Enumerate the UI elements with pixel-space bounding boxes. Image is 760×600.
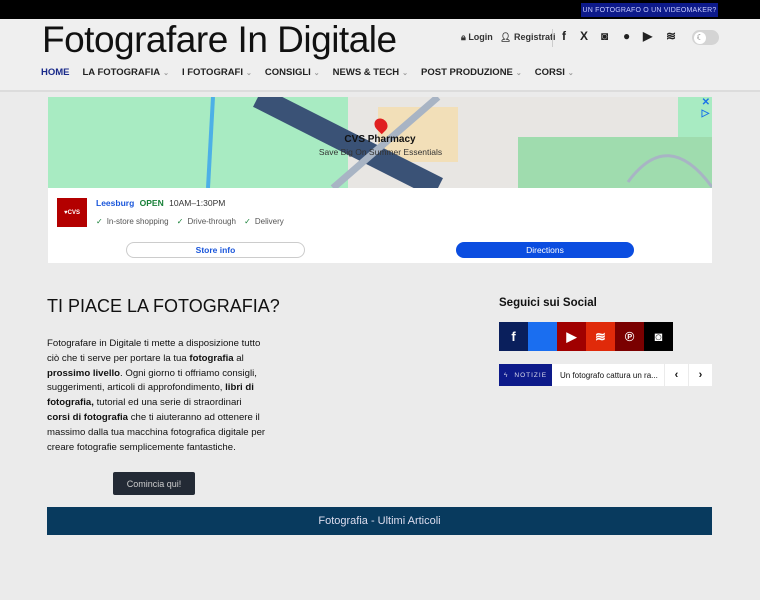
videomaker-cta-button[interactable]: UN FOTOGRAFO O UN VIDEOMAKER? [581,3,718,17]
dark-mode-toggle[interactable]: ☾ [692,30,719,45]
check-icon: ✓ [96,217,103,226]
chevron-left-icon[interactable]: ‹ [665,364,688,386]
feature: Drive-through [187,217,236,226]
bold-text: fotografia [189,352,234,364]
register-link[interactable]: 👤︎ Registrati [500,32,555,43]
chevron-down-icon: ⌄ [246,70,252,77]
user-icon: 👤︎ [500,32,512,42]
social-blank-icon[interactable] [528,322,557,351]
store-features: ✓ In-store shopping ✓ Drive-through ✓ Deliv… [96,217,284,226]
chevron-down-icon: ⌄ [313,70,320,77]
feature: Delivery [254,217,284,226]
instagram-icon[interactable]: ◙ [601,29,608,43]
bold-text: corsi di fotografia [47,411,129,423]
news-ticker: ϟ NOTIZIE Un fotografo cattura un ra... ‹… [499,364,712,386]
nav-corsi[interactable]: CORSI ⌄ [535,67,574,78]
youtube-icon[interactable]: ▶ [643,29,652,43]
youtube-icon[interactable]: ▶ [557,322,586,351]
directions-button[interactable]: Directions [456,242,634,258]
store-location: Leesburg OPEN 10AM–1:30PM [96,198,225,208]
store-hours: 10AM–1:30PM [169,198,226,208]
rss-icon[interactable]: ≋ [586,322,615,351]
rss-icon[interactable]: ≋ [666,29,676,43]
chevron-down-icon: ⌄ [567,70,574,77]
map-advertisement[interactable]: ✕ ▷ CVS Pharmacy Save Big On Summer Essen… [48,97,712,263]
chevron-down-icon: ⌄ [402,70,409,77]
nav-consigli[interactable]: CONSIGLI ⌄ [265,67,320,78]
social-heading: Seguici sui Social [499,297,597,309]
site-header: Fotografare In Digitale 🔒︎ Login 👤︎ Regi… [0,19,760,92]
social-buttons: f ▶ ≋ ℗ ◙ [499,322,673,351]
nav-i-fotografi[interactable]: I FOTOGRAFI ⌄ [182,67,252,78]
text: tutorial ed una serie di straordinari [93,397,242,409]
ad-subtitle: Save Big On Summer Essentials [318,147,443,157]
nav-home[interactable]: HOME [41,67,70,78]
ad-close-icon[interactable]: ✕ ▷ [702,97,710,119]
ticker-label: ϟ NOTIZIE [499,364,552,386]
chevron-down-icon: ⌄ [515,70,522,77]
ad-title: CVS Pharmacy [344,134,416,145]
bolt-icon: ϟ [503,371,509,379]
intro-paragraph: Fotografare in Digitale ti mette a dispo… [47,337,267,455]
instagram-icon[interactable]: ◙ [644,322,673,351]
text: al [233,352,244,364]
divider [552,29,553,47]
chevron-down-icon: ⌄ [163,70,169,77]
check-icon: ✓ [176,217,184,226]
facebook-icon[interactable]: f [562,29,566,43]
store-status: OPEN [139,198,164,208]
feature: In-store shopping [106,217,169,226]
bold-text: prossimo livello [47,367,121,379]
cvs-logo: ♥CVS [57,198,87,227]
lock-icon: 🔒︎ [461,32,466,42]
x-icon[interactable]: X [580,29,588,43]
login-link[interactable]: 🔒︎ Login [461,32,493,43]
main-nav: HOME LA FOTOGRAFIA ⌄ I FOTOGRAFI ⌄ CONSIGL… [41,67,574,78]
ticker-headline[interactable]: Un fotografo cattura un ra... [552,364,664,386]
nav-news-tech[interactable]: NEWS & TECH ⌄ [333,67,408,78]
site-logo[interactable]: Fotografare In Digitale [42,19,397,61]
check-icon: ✓ [244,217,251,226]
label: NOTIZIE [514,371,548,379]
store-city: Leesburg [96,198,135,208]
top-bar: UN FOTOGRAFO O UN VIDEOMAKER? [0,0,760,19]
facebook-icon[interactable]: f [499,322,528,351]
start-here-button[interactable]: Comincia qui! [113,472,195,495]
pinterest-icon[interactable]: ● [623,29,630,43]
chevron-right-icon[interactable]: › [689,364,712,386]
moon-icon: ☾ [694,31,706,44]
store-info-button[interactable]: Store info [126,242,305,258]
nav-la-fotografia[interactable]: LA FOTOGRAFIA ⌄ [83,67,169,78]
intro-heading: TI PIACE LA FOTOGRAFIA? [47,296,280,316]
latest-articles-bar: Fotografia - Ultimi Articoli [47,507,712,535]
pinterest-icon[interactable]: ℗ [615,322,644,351]
ad-map[interactable]: ✕ ▷ CVS Pharmacy Save Big On Summer Essen… [48,97,712,188]
nav-post-produzione[interactable]: POST PRODUZIONE ⌄ [421,67,522,78]
